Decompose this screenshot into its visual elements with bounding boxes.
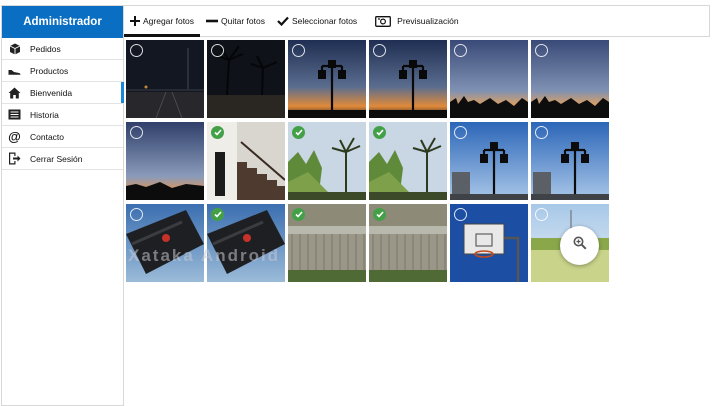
checked-icon[interactable] (292, 208, 305, 221)
select-photos-button[interactable]: Seleccionar fotos (271, 6, 363, 36)
photo-tile[interactable] (450, 40, 528, 118)
unchecked-circle-icon[interactable] (535, 126, 548, 139)
add-photos-label: Agregar fotos (143, 16, 195, 26)
unchecked-circle-icon[interactable] (454, 44, 467, 57)
checked-icon[interactable] (211, 126, 224, 139)
shoe-icon (8, 64, 21, 77)
sidebar-item-pedidos[interactable]: Pedidos (2, 38, 123, 60)
photo-tile[interactable] (288, 40, 366, 118)
toolbar: Agregar fotos Quitar fotos Seleccionar f… (124, 5, 710, 37)
checkmark-icon (277, 16, 289, 26)
unchecked-circle-icon[interactable] (373, 44, 386, 57)
photo-tile[interactable] (207, 204, 285, 282)
checked-icon[interactable] (373, 126, 386, 139)
unchecked-circle-icon[interactable] (211, 44, 224, 57)
preview-label: Previsualización (397, 16, 459, 26)
photo-tile[interactable] (126, 122, 204, 200)
photo-tile[interactable] (126, 40, 204, 118)
photo-tile[interactable] (531, 40, 609, 118)
zoom-button[interactable] (560, 226, 599, 265)
unchecked-circle-icon[interactable] (454, 208, 467, 221)
at-icon: @ (8, 129, 21, 144)
sidebar-item-label: Productos (30, 65, 69, 76)
photo-tile[interactable] (369, 122, 447, 200)
unchecked-circle-icon[interactable] (535, 44, 548, 57)
unchecked-circle-icon[interactable] (292, 44, 305, 57)
select-photos-label: Seleccionar fotos (291, 16, 358, 26)
add-photos-button[interactable]: Agregar fotos (124, 6, 201, 37)
preview-button[interactable]: Previsualización (369, 6, 464, 36)
unchecked-circle-icon[interactable] (130, 126, 143, 139)
photo-tile[interactable] (207, 122, 285, 200)
sidebar-item-label: Bienvenida (30, 87, 73, 98)
photo-tile[interactable] (288, 122, 366, 200)
photo-tile[interactable] (288, 204, 366, 282)
box-icon (8, 42, 21, 55)
remove-photos-label: Quitar fotos (221, 16, 265, 26)
remove-photos-button[interactable]: Quitar fotos (200, 6, 271, 36)
sidebar-title: Administrador (2, 6, 123, 38)
unchecked-circle-icon[interactable] (454, 126, 467, 139)
preview-icon (375, 15, 392, 27)
sidebar-item-cerrar-sesion[interactable]: Cerrar Sesión (2, 148, 123, 170)
photo-tile[interactable] (369, 204, 447, 282)
unchecked-circle-icon[interactable] (130, 44, 143, 57)
sidebar-item-historia[interactable]: Historia (2, 104, 123, 126)
logout-icon (8, 152, 21, 165)
sidebar-item-label: Pedidos (30, 43, 61, 54)
unchecked-circle-icon[interactable] (130, 208, 143, 221)
list-icon (8, 108, 21, 121)
photo-tile[interactable] (369, 40, 447, 118)
watermark: Xataka Android (128, 246, 281, 265)
photo-tile[interactable] (450, 204, 528, 282)
zoom-in-icon (573, 236, 587, 255)
sidebar-item-label: Historia (30, 109, 59, 120)
checked-icon[interactable] (373, 208, 386, 221)
minus-icon (206, 16, 219, 26)
plus-icon (130, 16, 140, 26)
checked-icon[interactable] (292, 126, 305, 139)
checked-icon[interactable] (211, 208, 224, 221)
sidebar-item-label: Cerrar Sesión (30, 153, 83, 164)
photo-tile[interactable] (126, 204, 204, 282)
sidebar: Administrador Pedidos Productos Bienveni… (1, 5, 124, 406)
photo-tile[interactable] (531, 122, 609, 200)
home-icon (8, 86, 21, 99)
sidebar-item-contacto[interactable]: @ Contacto (2, 126, 123, 148)
sidebar-item-productos[interactable]: Productos (2, 60, 123, 82)
unchecked-circle-icon[interactable] (535, 208, 548, 221)
sidebar-item-label: Contacto (30, 131, 65, 142)
photo-tile[interactable] (450, 122, 528, 200)
photo-tile[interactable] (207, 40, 285, 118)
sidebar-item-bienvenida[interactable]: Bienvenida (2, 82, 124, 104)
